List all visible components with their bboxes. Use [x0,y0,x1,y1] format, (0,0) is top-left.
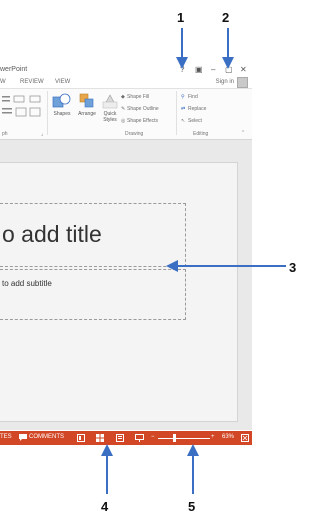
drawing-group-label: Drawing [125,131,144,137]
callout-label-1: 1 [177,10,185,25]
tab-view[interactable]: VIEW [55,79,70,85]
arrange-button[interactable]: Arrange [73,111,101,117]
quick-styles-button-line2[interactable]: Styles [98,117,122,123]
slide-show-icon[interactable] [135,434,144,442]
comments-button[interactable]: COMMENTS [29,434,64,440]
status-bar: TES COMMENTS − + 63% [0,431,252,445]
shapes-icon [52,93,71,108]
select-button[interactable]: Select [188,118,202,124]
collapse-ribbon-icon[interactable]: ⌃ [241,130,245,136]
callout-label-2: 2 [222,10,230,25]
replace-button[interactable]: Replace [188,106,206,112]
sign-in-link[interactable]: Sign in [216,79,234,85]
replace-icon: ⇄ [181,106,186,112]
shape-outline-icon: ✎ [121,106,126,112]
fit-slide-icon[interactable] [241,434,249,442]
dialog-launcher-icon[interactable]: ⌟ [41,131,43,137]
ribbon-tabs: W REVIEW VIEW Sign in [0,77,252,88]
find-icon: ⚲ [181,94,185,100]
subtitle-placeholder[interactable]: to add subtitle [0,269,186,320]
subtitle-placeholder-text: to add subtitle [2,279,52,288]
slide-workspace: o add title to add subtitle [0,140,252,430]
notes-button[interactable]: TES [0,434,12,440]
callout-label-3: 3 [289,260,297,275]
zoom-in-button[interactable]: + [211,434,215,440]
quick-styles-icon [102,94,118,109]
arrange-icon [79,93,94,108]
help-icon[interactable]: ? [180,65,184,75]
callout-label-4: 4 [101,499,109,514]
group-divider [47,91,48,135]
tab-design-fragment[interactable]: W [0,79,6,85]
group-divider [176,91,177,135]
select-icon: ↖ [181,118,186,124]
slide-sorter-icon[interactable] [96,434,104,442]
powerpoint-window-crop: werPoint ? ▣ – ▢ ✕ W REVIEW VIEW Sign in… [0,0,252,445]
shape-fill-icon: ◆ [121,94,125,100]
paragraph-group-label: ph [2,131,8,137]
tab-review[interactable]: REVIEW [20,79,44,85]
zoom-slider-track[interactable] [158,438,210,439]
restore-button[interactable]: ▢ [225,65,233,75]
shape-outline-button[interactable]: Shape Outline [127,106,159,112]
zoom-out-button[interactable]: − [151,434,155,440]
title-bar: werPoint ? ▣ – ▢ ✕ [0,64,252,76]
zoom-slider-thumb[interactable] [173,434,176,442]
title-placeholder-text: o add title [2,221,102,247]
shape-effects-button[interactable]: Shape Effects [127,118,158,124]
reading-view-icon[interactable] [116,434,124,442]
shapes-button[interactable]: Shapes [49,111,75,117]
app-title: werPoint [0,66,28,73]
zoom-level[interactable]: 63% [222,434,234,440]
shape-fill-button[interactable]: Shape Fill [127,94,149,100]
avatar[interactable] [237,77,248,88]
editing-group-label: Editing [193,131,209,137]
ribbon: ph ⌟ Shapes Arrange Quick Styles ◆ Shape… [0,88,252,140]
title-placeholder[interactable]: o add title [0,203,186,267]
paragraph-tools-icon[interactable] [2,94,44,126]
normal-view-icon[interactable] [77,434,85,442]
slide-canvas[interactable]: o add title to add subtitle [0,162,238,422]
minimize-button[interactable]: – [211,65,215,75]
comments-icon [19,434,27,441]
callout-label-5: 5 [188,499,196,514]
close-button[interactable]: ✕ [240,65,247,75]
shape-effects-icon: ◎ [121,118,126,124]
find-button[interactable]: Find [188,94,198,100]
ribbon-display-options-icon[interactable]: ▣ [195,65,203,75]
